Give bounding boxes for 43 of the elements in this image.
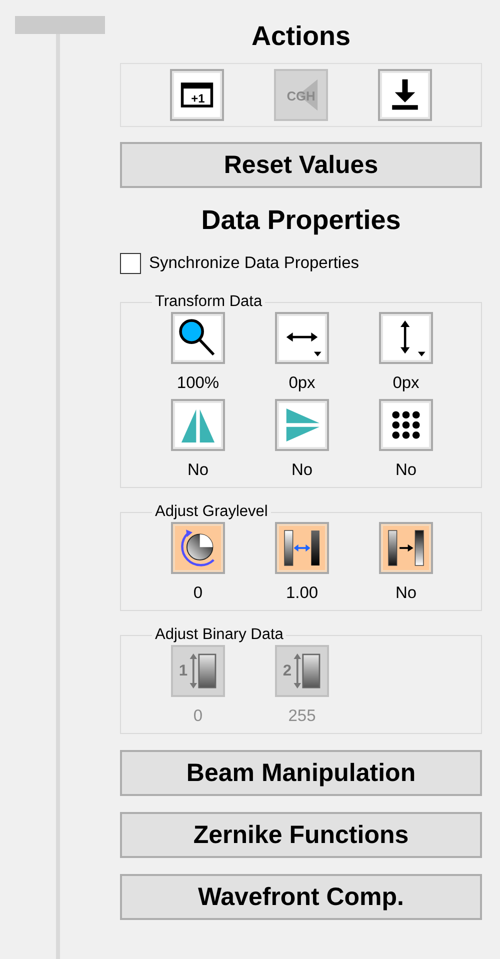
contrast-icon [284,530,320,566]
value-label: No [187,460,209,480]
mirror-icon [181,409,215,442]
download-icon [392,79,418,110]
value-label: 0 [193,706,203,726]
invert-button[interactable] [379,522,433,574]
value-label: No [395,460,417,480]
value-label: 0px [392,373,420,393]
section-button[interactable]: Wavefront Comp. [120,874,482,920]
value-label: 100% [176,373,220,393]
checkbox-label: Synchronize Data Properties [149,254,360,272]
splitter-handle[interactable] [15,16,105,34]
grid-button[interactable] [379,399,433,451]
zoom-button[interactable] [171,312,225,364]
contrast-button[interactable] [275,522,329,574]
vertical-arrow-icon [400,320,426,356]
search-icon [179,319,215,356]
group-title: Transform Data [154,293,264,311]
value-label: 0 [193,583,203,603]
dot-grid-icon [392,411,420,439]
value-label: 1.00 [286,583,318,603]
group-title: Adjust Graylevel [154,503,269,521]
group-title: Adjust Binary Data [154,626,284,644]
download-button[interactable] [378,69,432,121]
section-heading: Actions [251,21,350,51]
value-label: 0px [288,373,316,393]
horizontal-arrow-icon [286,332,322,356]
value-label: No [291,460,313,480]
counter-icon: +1 [180,82,214,108]
shift-horizontal-button[interactable] [275,312,329,364]
mirror-icon [286,408,320,442]
counter-button[interactable]: +1 [170,69,224,121]
value-label: 255 [288,706,316,726]
rotate-button[interactable] [171,522,225,574]
section-heading: Data Properties [201,205,401,235]
checkbox[interactable] [120,252,141,274]
section-button[interactable]: Beam Manipulation [120,750,482,796]
shift-vertical-button[interactable] [379,312,433,364]
rotate-icon [181,530,214,566]
value-label: No [395,583,417,603]
invert-icon [388,530,424,566]
section-button[interactable]: Zernike Functions [120,812,482,858]
reset-button[interactable]: Reset Values [120,142,482,188]
